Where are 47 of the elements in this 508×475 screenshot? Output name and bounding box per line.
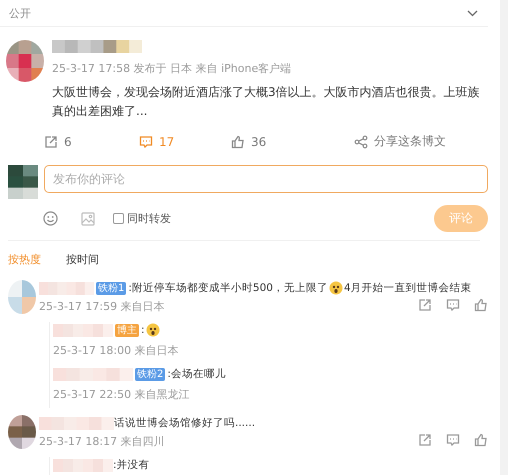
- repost-checkbox[interactable]: [113, 213, 124, 224]
- sort-tab[interactable]: 按热度: [8, 252, 41, 267]
- avatar: [6, 40, 44, 82]
- image-icon[interactable]: [81, 212, 95, 226]
- comment-icon: [139, 134, 153, 148]
- forward-button[interactable]: 6: [44, 133, 139, 150]
- comment-icon: [446, 298, 460, 312]
- comment-icon: [446, 433, 460, 447]
- share-icon: [354, 134, 368, 148]
- emoji-icon: [328, 281, 343, 295]
- comment-text: :会场在哪儿: [167, 367, 226, 382]
- thumbs-up-icon: [474, 433, 488, 447]
- thumbs-up-icon: [231, 134, 245, 148]
- reply-meta: 25-3-17 22:50 来自黑龙江: [53, 387, 191, 402]
- thumbs-up-icon: [474, 298, 488, 312]
- comment-meta: 25-3-17 18:17 来自四川: [39, 434, 166, 449]
- repost-label: 同时转发: [127, 211, 171, 226]
- post-meta: 25-3-17 17:58 发布于 日本 来自 iPhone客户端: [52, 61, 292, 76]
- blurred-name: [53, 458, 113, 472]
- forward-icon: [418, 298, 432, 312]
- blurred-name: [53, 324, 113, 336]
- sort-tab[interactable]: 按时间: [66, 252, 99, 267]
- emoji-icon: [146, 323, 160, 337]
- comment-text: :: [141, 323, 145, 338]
- avatar: [8, 415, 36, 449]
- like-button[interactable]: 36: [231, 133, 354, 150]
- comment-text: :并没有: [113, 458, 150, 473]
- forward-icon: [418, 433, 432, 447]
- visibility-label: 公开: [9, 6, 31, 20]
- comment-input[interactable]: 发布你的评论: [44, 165, 488, 193]
- reply-meta: 25-3-17 18:00 来自日本: [53, 343, 180, 358]
- comment-text: 话说世博会场馆修好了吗......: [114, 416, 256, 431]
- comment-meta: 25-3-17 17:59 来自日本: [39, 299, 166, 314]
- share-button[interactable]: 分享这条博文: [354, 133, 446, 150]
- avatar: [8, 165, 38, 199]
- chevron-down-icon[interactable]: [467, 10, 478, 16]
- fan-badge: 铁粉2: [135, 368, 166, 380]
- fan-badge: 博主: [115, 324, 139, 336]
- fan-badge: 铁粉1: [96, 282, 126, 294]
- comment-text: 4月开始一直到世博会结束: [344, 281, 472, 296]
- emoji-icon[interactable]: [43, 211, 58, 226]
- avatar: [8, 280, 36, 314]
- blurred-name: [39, 282, 94, 294]
- comment-text: :附近停车场都变成半小时500，无上限了: [128, 281, 328, 296]
- comment-button[interactable]: 17: [139, 133, 231, 150]
- forward-icon: [44, 134, 58, 148]
- post-text: 大阪世博会，发现会场附近酒店涨了大概3倍以上。大阪市内酒店也很贵。上班族真的出差困难了...: [52, 84, 481, 120]
